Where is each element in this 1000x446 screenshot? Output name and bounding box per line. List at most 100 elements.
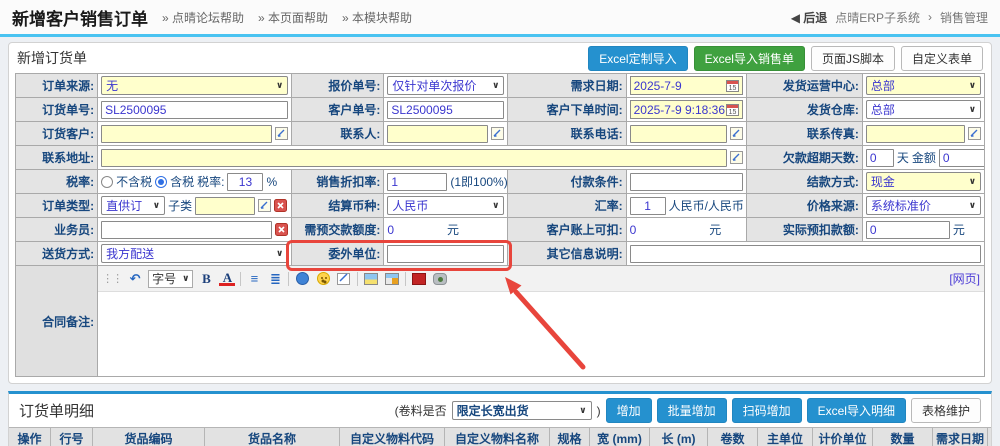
header-divider (0, 34, 1000, 37)
outsource-unit-input[interactable] (387, 245, 504, 263)
settle-method-select[interactable]: 现金∨ (866, 172, 981, 191)
edit-picker-icon[interactable] (258, 199, 271, 212)
font-color-button[interactable]: A (219, 272, 235, 286)
forum-help-link[interactable]: » 点晴论坛帮助 (162, 9, 244, 26)
order-source-select[interactable]: 无∨ (101, 76, 288, 95)
quote-no-select[interactable]: 仅针对单次报价∨ (387, 76, 504, 95)
customer-label: 订货客户: (16, 122, 98, 146)
col-item-code: 货品编码 (93, 428, 205, 446)
new-order-panel: 新增订货单 Excel定制导入 Excel导入销售单 页面JS脚本 自定义表单 … (8, 42, 992, 384)
edit-picker-icon[interactable] (491, 127, 504, 140)
excel-import-sales-button[interactable]: Excel导入销售单 (694, 46, 805, 71)
webpage-mode-link[interactable]: [网页] (949, 270, 980, 287)
price-source-select[interactable]: 系统标准价∨ (866, 196, 981, 215)
discount-note: (1即100%) (450, 173, 507, 190)
contact-input[interactable] (387, 125, 488, 143)
table-maintain-button[interactable]: 表格维护 (911, 398, 981, 423)
phone-input[interactable] (630, 125, 727, 143)
top-bar: 新增客户销售订单 » 点晴论坛帮助 » 本页面帮助 » 本模块帮助 ◀ 后退 点… (0, 0, 1000, 34)
order-type-select[interactable]: 直供订∨ (101, 196, 165, 215)
edit-picker-icon[interactable] (275, 127, 288, 140)
chevron-down-icon: ∨ (276, 248, 283, 259)
discount-input[interactable] (387, 173, 447, 191)
calendar-icon[interactable]: 15 (726, 79, 739, 92)
scan-add-button[interactable]: 扫码增加 (732, 398, 802, 423)
tax-excluded-radio[interactable] (101, 176, 113, 188)
clear-icon[interactable] (275, 223, 288, 236)
order-no-input[interactable] (101, 101, 288, 119)
edit-pad-icon[interactable] (337, 272, 351, 286)
order-subclass-input[interactable] (195, 197, 255, 215)
hyperlink-globe-icon[interactable] (296, 272, 309, 285)
fax-label: 联系传真: (746, 122, 862, 146)
undo-icon[interactable]: ↶ (127, 271, 143, 287)
currency-select[interactable]: 人民币∨ (387, 196, 504, 215)
col-main-unit: 主单位 (758, 428, 813, 446)
module-help-link[interactable]: » 本模块帮助 (342, 9, 412, 26)
emoticon-icon[interactable] (317, 272, 330, 285)
detail-table-header: 操作 行号 货品编码 货品名称 自定义物料代码 自定义物料名称 规格 宽 (mm… (9, 427, 991, 446)
col-price-unit: 计价单位 (813, 428, 873, 446)
flash-media-icon[interactable] (412, 273, 426, 285)
batch-add-button[interactable]: 批量增加 (657, 398, 727, 423)
ship-center-select[interactable]: 总部∨ (866, 76, 981, 95)
delivery-method-select[interactable]: 我方配送∨ (101, 244, 288, 263)
edit-picker-icon[interactable] (730, 127, 743, 140)
exchange-rate-input[interactable] (630, 197, 666, 215)
contact-label: 联系人: (292, 122, 384, 146)
customer-input[interactable] (101, 125, 272, 143)
contract-note-editor[interactable]: ⋮⋮ ↶ 字号∨ B A ≡ ≣ (98, 266, 984, 376)
bold-button[interactable]: B (198, 271, 214, 287)
detail-title: 订货单明细 (19, 400, 94, 421)
tax-included-radio[interactable] (155, 176, 167, 188)
contract-note-body[interactable] (98, 292, 984, 376)
overdue-days-input[interactable] (866, 149, 894, 167)
page-js-script-button[interactable]: 页面JS脚本 (811, 46, 895, 71)
drag-handle-icon[interactable]: ⋮⋮ (102, 272, 122, 285)
other-info-label: 其它信息说明: (508, 242, 626, 266)
edit-picker-icon[interactable] (968, 127, 981, 140)
col-rolls: 卷数 (708, 428, 758, 446)
customer-no-input[interactable] (387, 101, 504, 119)
excel-custom-import-button[interactable]: Excel定制导入 (588, 46, 687, 71)
clear-icon[interactable] (274, 199, 287, 212)
calendar-icon[interactable]: 15 (726, 103, 739, 116)
salesman-input[interactable] (101, 221, 272, 239)
payment-terms-label: 付款条件: (508, 170, 626, 194)
preview-icon[interactable] (433, 273, 447, 285)
page-help-link[interactable]: » 本页面帮助 (258, 9, 328, 26)
save-image-icon[interactable] (385, 273, 399, 285)
back-button[interactable]: ◀ 后退 (791, 9, 828, 26)
prepay-label: 需预交款额度: (292, 218, 384, 242)
actual-deduct-input[interactable] (866, 221, 950, 239)
payment-terms-input[interactable] (630, 173, 743, 191)
panel-title: 新增订货单 (17, 48, 87, 68)
breadcrumb-system[interactable]: 点晴ERP子系统 (835, 9, 920, 26)
fax-input[interactable] (866, 125, 965, 143)
quote-no-label: 报价单号: (292, 74, 384, 98)
address-input[interactable] (101, 149, 727, 167)
top-navigation: ◀ 后退 点晴ERP子系统 › 销售管理 (791, 9, 988, 26)
excel-import-detail-button[interactable]: Excel导入明细 (807, 398, 906, 423)
align-button[interactable]: ≡ (246, 271, 262, 287)
list-button[interactable]: ≣ (267, 271, 283, 287)
tax-rate-input[interactable] (227, 173, 263, 191)
font-size-select[interactable]: 字号∨ (148, 270, 193, 288)
ship-center-label: 发货运营中心: (746, 74, 862, 98)
insert-image-icon[interactable] (364, 273, 378, 285)
col-ref-price: 参考单价 (988, 428, 992, 446)
overdue-amount-input[interactable] (939, 149, 985, 167)
delivery-method-label: 送货方式: (16, 242, 98, 266)
order-time-input[interactable]: 2025-7-9 9:18:36 15 (630, 100, 743, 119)
custom-form-button[interactable]: 自定义表单 (901, 46, 983, 71)
breadcrumb-module[interactable]: 销售管理 (940, 9, 988, 26)
breadcrumb-separator: › (928, 10, 932, 24)
edit-picker-icon[interactable] (730, 151, 743, 164)
roll-limit-select[interactable]: 限定长宽出货∨ (452, 401, 592, 420)
demand-date-input[interactable]: 2025-7-9 15 (630, 76, 743, 95)
add-row-button[interactable]: 增加 (606, 398, 652, 423)
other-info-input[interactable] (630, 245, 981, 263)
warehouse-select[interactable]: 总部∨ (866, 100, 981, 119)
editor-toolbar: ⋮⋮ ↶ 字号∨ B A ≡ ≣ (98, 266, 984, 292)
deductible-unit: 元 (709, 221, 721, 238)
